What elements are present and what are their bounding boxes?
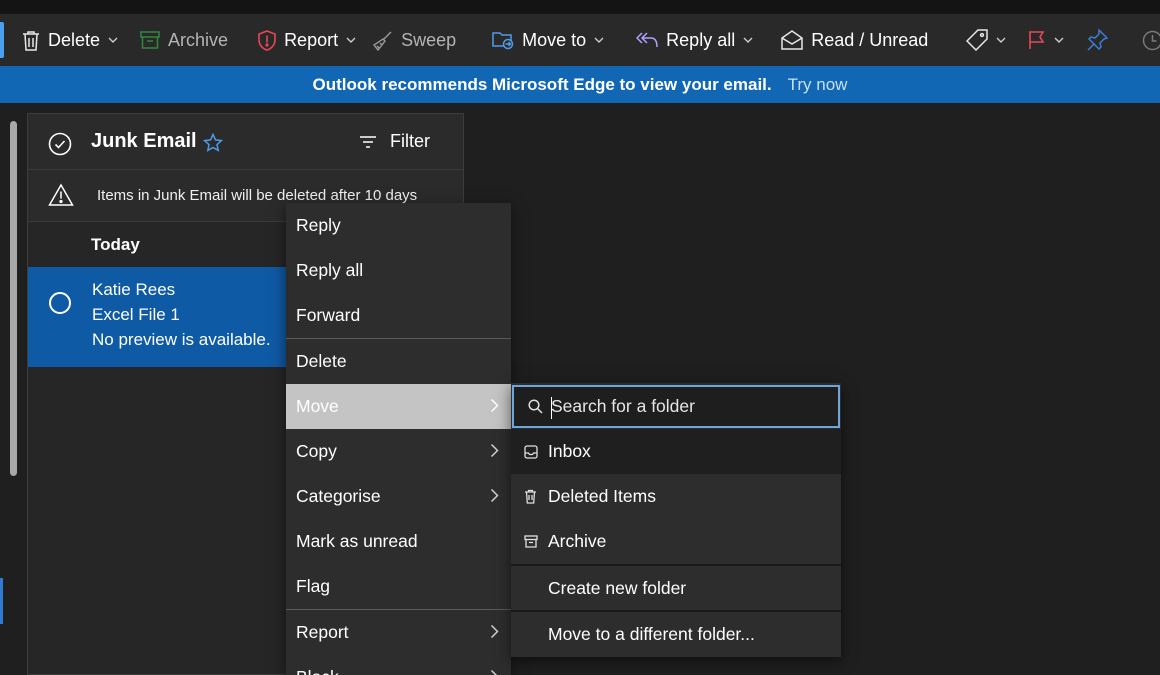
move-to-different-folder-item[interactable]: Move to a different folder... bbox=[511, 612, 841, 657]
chevron-down-icon[interactable] bbox=[1054, 37, 1064, 43]
chevron-right-icon bbox=[490, 669, 498, 675]
selection-indicator bbox=[0, 578, 3, 624]
toolbar-accent-bar bbox=[0, 22, 4, 58]
menu-item-reply-all[interactable]: Reply all bbox=[286, 248, 511, 293]
menu-item-label: Report bbox=[296, 622, 349, 642]
filter-button[interactable]: Filter bbox=[358, 131, 430, 152]
read-unread-button[interactable]: Read / Unread bbox=[767, 14, 936, 66]
edge-recommendation-banner: Outlook recommends Microsoft Edge to vie… bbox=[0, 66, 1160, 103]
envelope-open-icon bbox=[781, 30, 803, 50]
reply-all-button[interactable]: Reply all bbox=[620, 14, 761, 66]
folder-item-deleted[interactable]: Deleted Items bbox=[511, 474, 841, 519]
chevron-right-icon bbox=[490, 398, 499, 413]
folder-title: Junk Email bbox=[91, 130, 197, 152]
menu-item-copy[interactable]: Copy bbox=[286, 429, 511, 474]
menu-item-label: Move bbox=[296, 396, 339, 416]
folder-item-inbox[interactable]: Inbox bbox=[511, 429, 841, 474]
menu-item-delete[interactable]: Delete bbox=[286, 339, 511, 384]
star-icon[interactable] bbox=[203, 133, 223, 152]
menu-item-move[interactable]: Move bbox=[286, 384, 511, 429]
categorise-button[interactable] bbox=[948, 14, 1014, 66]
folder-move-icon bbox=[492, 32, 514, 50]
warning-icon bbox=[48, 183, 74, 206]
pin-button[interactable] bbox=[1072, 14, 1116, 66]
message-preview: No preview is available. bbox=[92, 330, 271, 349]
chevron-down-icon[interactable] bbox=[996, 37, 1006, 43]
navigation-rail bbox=[0, 103, 26, 675]
folder-label: Inbox bbox=[548, 441, 591, 461]
menu-item-label: Block bbox=[296, 667, 339, 675]
sweep-button[interactable]: Sweep bbox=[364, 14, 464, 66]
delete-button[interactable]: Delete bbox=[0, 14, 126, 66]
menu-item-reply[interactable]: Reply bbox=[286, 203, 511, 248]
chevron-down-icon[interactable] bbox=[743, 37, 753, 43]
chevron-down-icon[interactable] bbox=[346, 37, 356, 43]
menu-item-categorise[interactable]: Categorise bbox=[286, 474, 511, 519]
flag-icon bbox=[1029, 31, 1045, 49]
chevron-right-icon bbox=[490, 624, 499, 639]
archive-button[interactable]: Archive bbox=[126, 14, 236, 66]
date-group-header: Today bbox=[91, 235, 140, 254]
pin-icon bbox=[1087, 29, 1109, 51]
window-top-strip bbox=[0, 0, 1160, 14]
folder-header: Junk Email Filter bbox=[28, 114, 463, 170]
trash-icon bbox=[525, 489, 536, 504]
menu-item-report[interactable]: Report bbox=[286, 610, 511, 655]
broom-icon bbox=[373, 31, 392, 51]
message-context-menu: Reply Reply all Forward Delete Move Copy… bbox=[286, 203, 511, 675]
menu-item-flag[interactable]: Flag bbox=[286, 564, 511, 609]
banner-message: Outlook recommends Microsoft Edge to vie… bbox=[312, 74, 772, 94]
scrollbar-thumb[interactable] bbox=[10, 121, 17, 476]
menu-item-label: Categorise bbox=[296, 486, 381, 506]
shield-icon bbox=[258, 29, 276, 51]
search-icon bbox=[528, 399, 543, 414]
message-select-radio[interactable] bbox=[49, 292, 71, 314]
tag-icon bbox=[966, 29, 989, 51]
command-toolbar: Delete Archive Report Sweep Move to Repl… bbox=[0, 14, 1160, 66]
menu-item-block[interactable]: Block bbox=[286, 655, 511, 675]
folder-search-box[interactable] bbox=[512, 385, 840, 428]
flag-button[interactable] bbox=[1014, 14, 1072, 66]
menu-item-label: Copy bbox=[296, 441, 337, 461]
snooze-button[interactable] bbox=[1116, 14, 1160, 66]
menu-item-forward[interactable]: Forward bbox=[286, 293, 511, 338]
text-caret bbox=[551, 397, 552, 419]
filter-icon bbox=[360, 135, 376, 148]
chevron-right-icon bbox=[490, 488, 499, 503]
notice-text: Items in Junk Email will be deleted afte… bbox=[97, 187, 418, 204]
report-button[interactable]: Report bbox=[236, 14, 364, 66]
chevron-down-icon[interactable] bbox=[594, 37, 604, 43]
archive-icon bbox=[140, 31, 160, 49]
message-subject: Excel File 1 bbox=[92, 305, 180, 324]
folder-search-input[interactable] bbox=[551, 391, 821, 422]
folder-label: Archive bbox=[548, 531, 607, 551]
chevron-right-icon bbox=[490, 443, 499, 458]
message-sender: Katie Rees bbox=[92, 280, 176, 299]
move-submenu: Inbox Deleted Items Archive Create new f… bbox=[511, 383, 841, 657]
create-new-folder-item[interactable]: Create new folder bbox=[511, 566, 841, 611]
select-all-checkbox[interactable] bbox=[48, 132, 72, 156]
try-now-link[interactable]: Try now bbox=[788, 75, 848, 95]
chevron-down-icon[interactable] bbox=[108, 37, 118, 43]
clock-icon bbox=[1143, 30, 1160, 50]
folder-item-archive[interactable]: Archive bbox=[511, 519, 841, 564]
reply-all-icon bbox=[636, 32, 658, 48]
folder-label: Deleted Items bbox=[548, 486, 656, 506]
move-to-button[interactable]: Move to bbox=[474, 14, 612, 66]
inbox-icon bbox=[523, 444, 538, 459]
menu-item-mark-unread[interactable]: Mark as unread bbox=[286, 519, 511, 564]
trash-icon bbox=[23, 30, 39, 51]
archive-icon bbox=[523, 535, 538, 548]
